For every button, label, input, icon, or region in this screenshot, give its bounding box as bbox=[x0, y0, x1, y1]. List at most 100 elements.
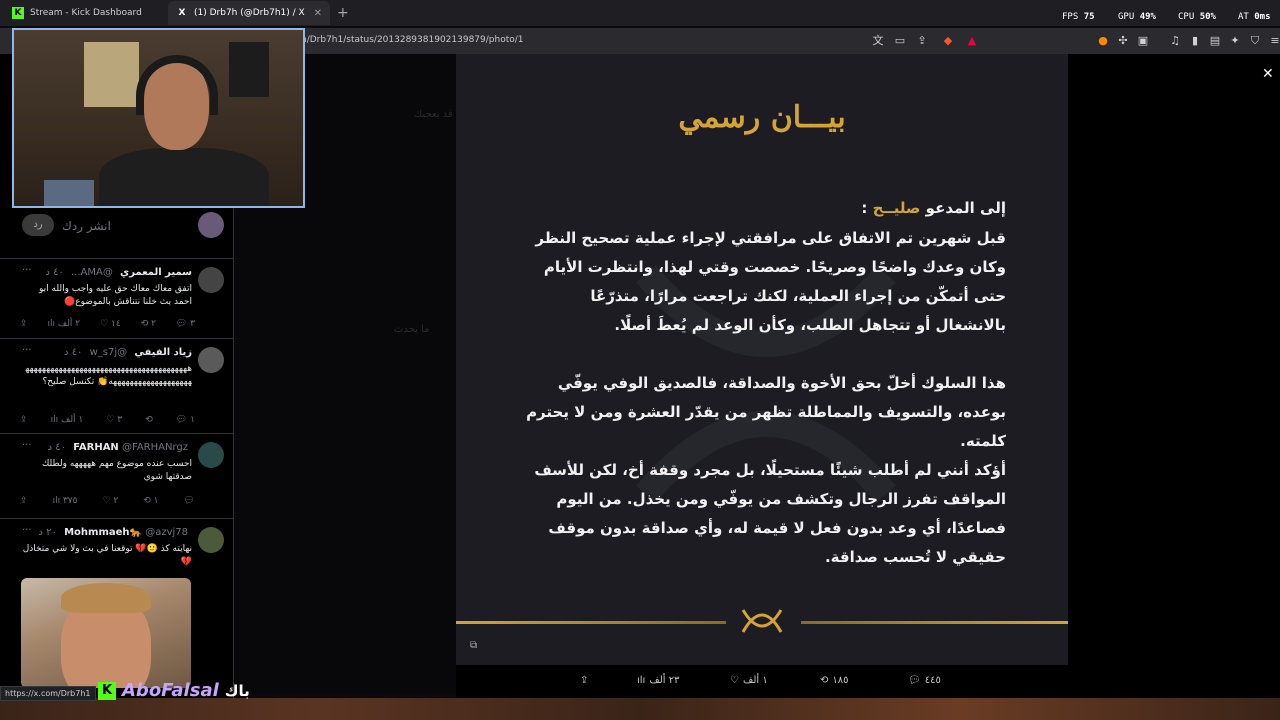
chair bbox=[44, 180, 94, 206]
statement-title: بيـــان رسمي bbox=[678, 100, 846, 135]
like-button[interactable]: ♡ ١ ألف bbox=[730, 675, 768, 686]
reply-count[interactable]: 💬︎ ٣ bbox=[176, 319, 195, 329]
kick-icon: K bbox=[12, 7, 24, 19]
rewards-icon[interactable]: ▲ bbox=[965, 34, 979, 48]
tweet-handle: @FARHANrgz bbox=[122, 442, 188, 453]
reply-count[interactable]: 💬︎ ١ bbox=[176, 415, 195, 425]
list-item[interactable]: ··· سمير المعمري @AMA... ٤٠ د اتفق معاك … bbox=[0, 258, 234, 338]
tab-bar: K Stream - Kick Dashboard X (1) Drb7h (@… bbox=[0, 0, 1280, 26]
tweet-author: FARHAN bbox=[73, 442, 119, 453]
tweet-time: ٢٠ د bbox=[38, 527, 57, 538]
statement-image[interactable]: بيـــان رسمي إلى المدعو صليــح : قبل شهر… bbox=[456, 54, 1068, 665]
url-text[interactable]: n/Drb7h1/status/2013289381902139879/phot… bbox=[301, 35, 524, 45]
tweet-text: اتفق معاك معاك حق عليه واجب والله ابو اح… bbox=[39, 284, 192, 307]
tweet-author: سمير المعمري bbox=[120, 267, 192, 278]
tweet-text: هههههههههههههههههههههههههههههههههههههههه… bbox=[25, 364, 192, 387]
extension-icon[interactable]: ● bbox=[1096, 34, 1110, 48]
dimmed-text: قد يعجبك bbox=[414, 109, 453, 120]
avatar bbox=[198, 212, 224, 238]
share-icon[interactable]: ⇪ bbox=[580, 675, 588, 686]
tweet-author: زياد الفيفي bbox=[134, 347, 192, 358]
share-icon[interactable]: ⇪ bbox=[20, 319, 28, 329]
more-icon[interactable]: ··· bbox=[22, 440, 32, 451]
retweet-button[interactable]: ⟲ ١٨٥ bbox=[820, 675, 849, 686]
tweet-handle: @AMA... bbox=[71, 267, 113, 278]
tab-title: Stream - Kick Dashboard bbox=[30, 8, 142, 18]
cpu-stat: CPU 50% bbox=[1178, 12, 1216, 22]
tweet-handle: @w_s7j bbox=[89, 347, 128, 358]
retweet-button[interactable]: ⟲ ١ bbox=[143, 496, 158, 506]
statement-addressee: إلى المدعو صليــح : bbox=[861, 199, 1006, 217]
streamer-name: AboFalsal bbox=[122, 680, 219, 701]
gold-divider-left bbox=[456, 621, 726, 624]
tweet-text: نهايته كذ 🙂💔 توقعنا في بث ولا شي متخاذل … bbox=[22, 544, 192, 567]
alt-text-icon[interactable]: ⧉ bbox=[470, 640, 484, 654]
translate-icon[interactable]: 文 bbox=[871, 34, 885, 48]
streamer-tag: باك bbox=[224, 681, 250, 700]
tweet-text: احسب عنده موضوع مهم هههههه ولطلك صدقتها … bbox=[41, 459, 192, 482]
gpu-stat: GPU 49% bbox=[1118, 12, 1156, 22]
x-icon: X bbox=[178, 8, 186, 18]
views-count[interactable]: ılı ٣٧٥ bbox=[53, 496, 78, 506]
wanted-poster bbox=[84, 42, 139, 107]
tweet-time: ٤٠ د bbox=[47, 442, 67, 453]
tweet-handle: @azvj78 bbox=[145, 527, 188, 538]
views-count[interactable]: ılı ٢ ألف bbox=[48, 319, 81, 329]
sidebar-icon[interactable]: ▮ bbox=[1188, 34, 1202, 48]
avatar bbox=[198, 267, 224, 293]
brave-shield-icon[interactable]: ◆ bbox=[941, 34, 955, 48]
stream-background-strip bbox=[0, 698, 1280, 720]
more-icon[interactable]: ··· bbox=[22, 525, 32, 536]
streamer-body bbox=[99, 148, 269, 206]
reply-button[interactable]: رد bbox=[22, 214, 54, 236]
gif-hair bbox=[61, 583, 151, 613]
share-icon[interactable]: ⇪ bbox=[20, 415, 28, 425]
close-icon[interactable]: ✕ bbox=[1262, 66, 1274, 82]
views-count[interactable]: ılı ٢٣ ألف bbox=[637, 675, 679, 686]
list-item[interactable]: ··· FARHAN @FARHANrgz ٤٠ د احسب عنده موض… bbox=[0, 433, 234, 518]
reply-count[interactable]: 💬︎ ٤٤٥ bbox=[908, 675, 941, 686]
handshake-logo-icon bbox=[741, 609, 783, 633]
puzzle-icon[interactable]: ✣ bbox=[1116, 34, 1130, 48]
tweet-actions: ⇪ ılı ٣٧٥ ♡ ٢ ⟲ ١ 💬︎ bbox=[20, 496, 195, 506]
tweet-header: زياد الفيفي @w_s7j ٤٠ د bbox=[64, 347, 192, 358]
window-icon[interactable]: ▣ bbox=[1136, 34, 1150, 48]
latency-stat: AT 0ms bbox=[1238, 12, 1271, 22]
kick-logo-icon: K bbox=[98, 681, 116, 700]
tweet-time: ٤٠ د bbox=[45, 267, 64, 278]
like-button[interactable]: ♡ ٣ bbox=[106, 415, 122, 425]
dimmed-text: ما يحدث bbox=[394, 324, 430, 335]
gold-divider-right bbox=[801, 621, 1068, 624]
vpn-icon[interactable]: ⛉ bbox=[1248, 34, 1262, 48]
tab-kick-dashboard[interactable]: K Stream - Kick Dashboard bbox=[4, 1, 164, 25]
new-tab-button[interactable]: + bbox=[337, 5, 349, 21]
reply-input[interactable]: انشر ردك bbox=[62, 219, 111, 233]
close-tab-icon[interactable]: ✕ bbox=[314, 8, 322, 19]
music-icon[interactable]: ♫ bbox=[1168, 34, 1182, 48]
retweet-button[interactable]: ⟲ ٢ bbox=[141, 319, 156, 329]
leo-icon[interactable]: ✦ bbox=[1228, 34, 1242, 48]
menu-icon[interactable]: ≡ bbox=[1268, 34, 1280, 48]
retweet-button[interactable]: ⟲ bbox=[145, 415, 153, 425]
tweet-gif-image[interactable] bbox=[21, 578, 191, 688]
statement-paragraph-2: هذا السلوك أخلّ بحق الأخوة والصداقة، فال… bbox=[526, 374, 1006, 450]
tab-x-profile[interactable]: X (1) Drb7h (@Drb7h1) / X ✕ bbox=[168, 1, 330, 25]
list-item[interactable]: ··· زياد الفيفي @w_s7j ٤٠ د هههههههههههه… bbox=[0, 338, 234, 433]
more-icon[interactable]: ··· bbox=[22, 265, 32, 276]
wallet-icon[interactable]: ▤ bbox=[1208, 34, 1222, 48]
views-count[interactable]: ılı ١ ألف bbox=[51, 415, 84, 425]
tweet-author: Mohmmaeh🐆 bbox=[64, 527, 142, 538]
share-icon[interactable]: ⇪ bbox=[915, 34, 929, 48]
statement-paragraph-1: قبل شهرين تم الاتفاق على مرافقتي لإجراء … bbox=[535, 229, 1006, 334]
like-button[interactable]: ♡ ١٤ bbox=[100, 319, 121, 329]
fps-stat: FPS 75 bbox=[1062, 12, 1095, 22]
statement-paragraph-3: أؤكد أنني لم أطلب شيئًا مستحيلًا، بل مجر… bbox=[534, 461, 1006, 566]
like-button[interactable]: ♡ ٢ bbox=[102, 496, 118, 506]
share-icon[interactable]: ⇪ bbox=[20, 496, 28, 506]
webcam-overlay bbox=[12, 28, 305, 208]
avatar bbox=[198, 442, 224, 468]
cast-icon[interactable]: ▭ bbox=[893, 34, 907, 48]
streamer-badge: K AboFalsal باك bbox=[98, 680, 250, 701]
more-icon[interactable]: ··· bbox=[22, 345, 32, 356]
reply-count[interactable]: 💬︎ bbox=[184, 496, 195, 506]
